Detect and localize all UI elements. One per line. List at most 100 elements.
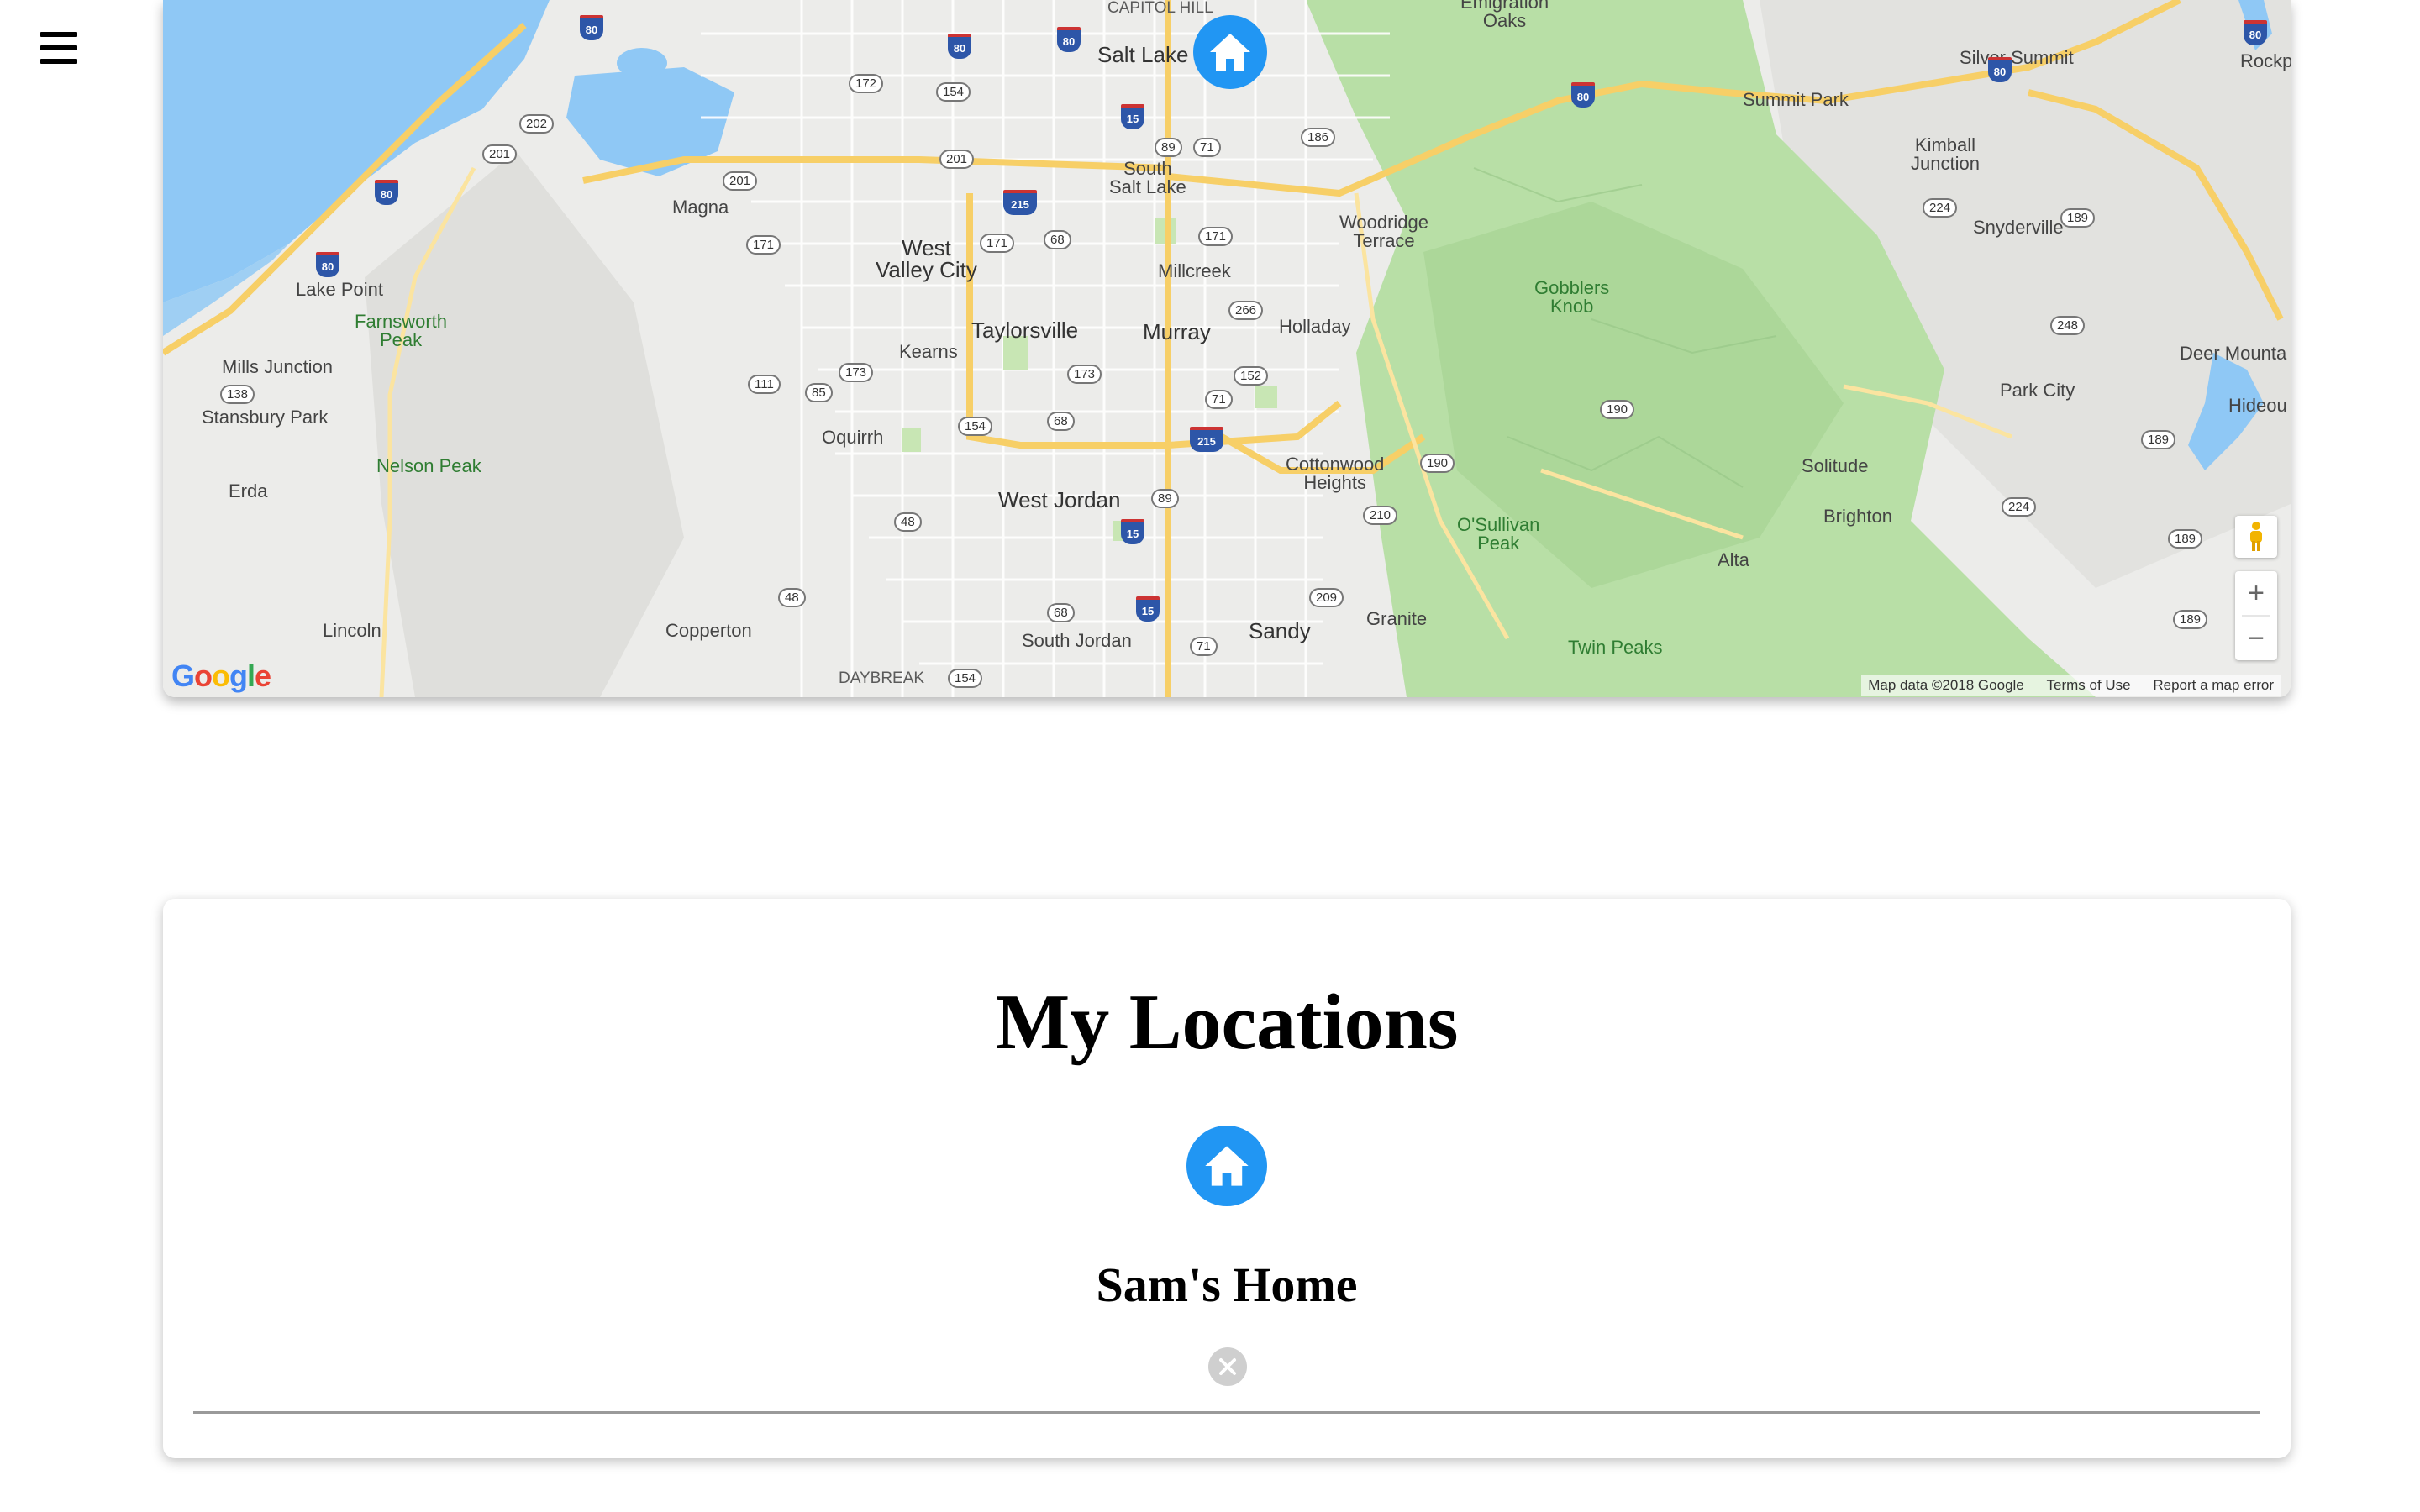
map-label-oquirrh: Oquirrh	[822, 427, 884, 448]
route-shield: 154	[948, 669, 983, 688]
route-shield: 48	[778, 588, 806, 607]
map-label-granite: Granite	[1366, 608, 1428, 629]
route-shield: 209	[1309, 588, 1344, 607]
map-label-west-valley-city: West Valley City	[876, 235, 977, 282]
map-label-park-city: Park City	[2000, 380, 2075, 401]
home-icon	[1205, 1146, 1249, 1186]
route-shield: 189	[2173, 610, 2208, 629]
map-label-copperton: Copperton	[666, 620, 752, 641]
route-shield: 138	[220, 385, 255, 404]
map-label-south-salt-lake: South Salt Lake	[1109, 158, 1186, 197]
hamburger-menu-icon[interactable]	[40, 32, 77, 64]
map-label-sandy: Sandy	[1249, 618, 1311, 643]
interstate-shield: 215	[1003, 190, 1037, 215]
map-label-summit-park: Summit Park	[1743, 89, 1849, 110]
map-label-nelson-peak: Nelson Peak	[376, 455, 481, 476]
map-label-lake-point: Lake Point	[296, 279, 383, 300]
map-view[interactable]: CAPITOL HILL Salt Lake South Salt Lake W…	[163, 0, 2291, 697]
map-label-woodridge-terrace: Woodridge Terrace	[1339, 212, 1428, 251]
interstate-shield: 15	[1136, 596, 1160, 622]
map-label-osullivan-peak: O'Sullivan Peak	[1457, 514, 1540, 554]
map-label-salt-lake: Salt Lake	[1097, 42, 1189, 67]
interstate-shield: 15	[1121, 104, 1144, 129]
map-label-magna: Magna	[672, 197, 729, 218]
map-label-cottonwood-heights: Cottonwood Heights	[1286, 454, 1385, 493]
interstate-shield: 80	[1988, 57, 2012, 82]
map-label-holladay: Holladay	[1279, 316, 1351, 337]
google-logo: Google	[171, 659, 271, 693]
zoom-out-button[interactable]: −	[2235, 617, 2277, 660]
map-label-west-jordan: West Jordan	[998, 487, 1121, 512]
map-label-solitude: Solitude	[1802, 455, 1869, 476]
interstate-shield: 80	[375, 180, 398, 205]
route-shield: 171	[1198, 227, 1234, 246]
map-label-kearns: Kearns	[899, 341, 958, 362]
route-shield: 210	[1363, 506, 1398, 525]
route-shield: 89	[1151, 489, 1179, 508]
route-shield: 248	[2050, 316, 2086, 335]
route-shield: 224	[1923, 198, 1958, 218]
interstate-shield: 80	[1057, 27, 1081, 52]
my-locations-title: My Locations	[995, 979, 1459, 1066]
map-label-deer-mountain: Deer Mounta	[2180, 343, 2287, 364]
map-label-stansbury-park: Stansbury Park	[202, 407, 329, 428]
map-label-lincoln: Lincoln	[323, 620, 381, 641]
route-shield: 71	[1193, 138, 1221, 157]
map-label-farnsworth-peak: Farnsworth Peak	[355, 311, 448, 350]
route-shield: 189	[2060, 208, 2096, 228]
route-shield: 186	[1301, 128, 1336, 147]
route-shield: 266	[1228, 301, 1264, 320]
home-marker-icon[interactable]	[1193, 15, 1267, 89]
hamburger-line	[40, 32, 77, 37]
route-shield: 190	[1420, 454, 1455, 473]
pegman-icon[interactable]	[2235, 516, 2277, 558]
report-map-error-link[interactable]: Report a map error	[2153, 677, 2274, 693]
map-label-daybreak: DAYBREAK	[839, 669, 925, 687]
route-shield: 152	[1234, 366, 1269, 386]
map-label-gobblers-knob: Gobblers Knob	[1534, 277, 1610, 317]
interstate-shield: 80	[948, 34, 971, 59]
map-label-silver-summit: Silver Summit	[1960, 47, 2074, 68]
route-shield: 173	[839, 363, 874, 382]
my-locations-card: My Locations Sam's Home	[163, 899, 2291, 1458]
map-label-south-jordan: South Jordan	[1022, 630, 1132, 651]
map-label-hideout: Hideou	[2228, 395, 2287, 416]
map-label-capitol-hill: CAPITOL HILL	[1107, 0, 1213, 17]
map-label-brighton: Brighton	[1823, 506, 1892, 527]
map-label-alta: Alta	[1718, 549, 1749, 570]
interstate-shield: 80	[580, 15, 603, 40]
map-label-snyderville: Snyderville	[1973, 217, 2064, 238]
location-home-icon[interactable]	[1186, 1126, 1267, 1206]
route-shield: 154	[958, 417, 993, 436]
remove-location-button[interactable]	[1208, 1347, 1247, 1386]
map-tiles[interactable]	[163, 0, 2291, 697]
route-shield: 68	[1047, 412, 1075, 431]
interstate-shield: 15	[1121, 519, 1144, 544]
map-label-erda: Erda	[229, 480, 268, 501]
location-name: Sam's Home	[1096, 1257, 1358, 1312]
route-shield: 172	[849, 74, 884, 93]
interstate-shield: 80	[2244, 20, 2267, 45]
route-shield: 202	[519, 114, 555, 134]
map-label-kimball-junction: Kimball Junction	[1911, 134, 1980, 174]
close-icon	[1219, 1358, 1236, 1375]
hamburger-line	[40, 45, 77, 50]
map-attribution: Map data ©2018 Google Terms of Use Repor…	[1861, 675, 2281, 696]
map-label-mills-junction: Mills Junction	[222, 356, 334, 377]
map-data-credit: Map data ©2018 Google	[1868, 677, 2024, 693]
map-label-emigration-oaks: Emigration Oaks	[1460, 0, 1549, 31]
route-shield: 171	[746, 235, 781, 255]
zoom-in-button[interactable]: +	[2235, 571, 2277, 615]
home-icon	[1210, 34, 1250, 71]
route-shield: 201	[482, 144, 518, 164]
map-label-millcreek: Millcreek	[1158, 260, 1231, 281]
page: CAPITOL HILL Salt Lake South Salt Lake W…	[0, 0, 2420, 1512]
route-shield: 48	[894, 512, 922, 532]
terms-of-use-link[interactable]: Terms of Use	[2047, 677, 2131, 693]
map-label-taylorsville: Taylorsville	[971, 318, 1079, 343]
route-shield: 71	[1190, 637, 1218, 656]
location-divider	[193, 1411, 2260, 1414]
route-shield: 111	[748, 375, 781, 394]
pegman-figure-icon	[2250, 522, 2262, 551]
interstate-shield: 215	[1190, 427, 1223, 452]
